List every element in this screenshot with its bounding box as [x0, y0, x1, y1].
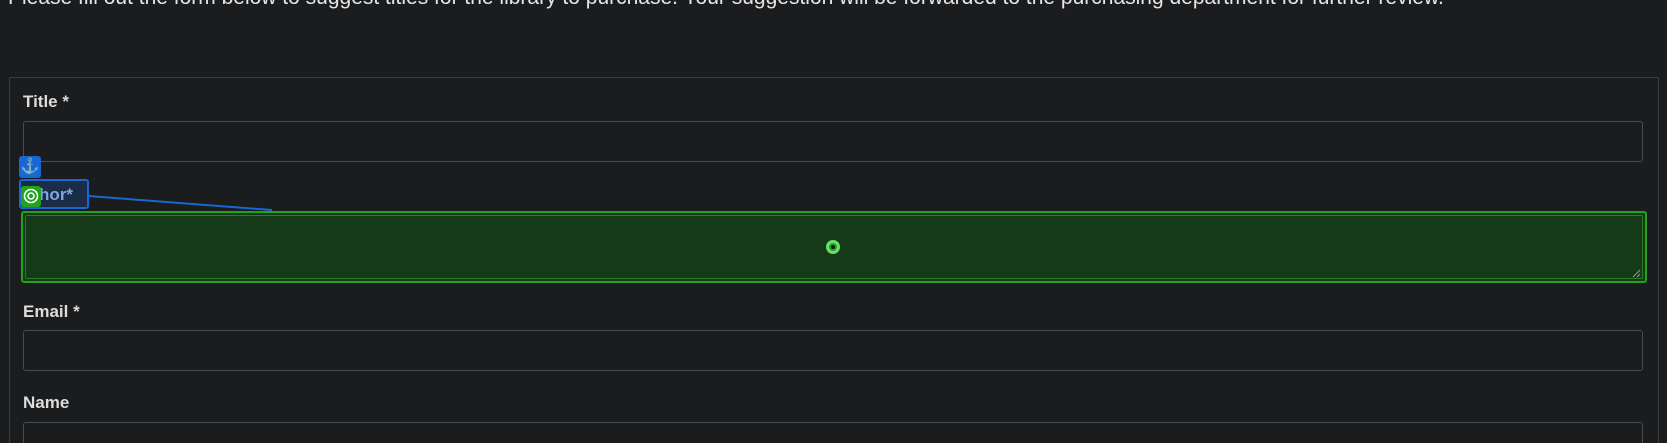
title-input[interactable] [23, 121, 1643, 162]
email-label: Email * [23, 302, 80, 321]
page: Please fill out the form below to sugges… [0, 0, 1667, 443]
title-label: Title * [23, 92, 69, 111]
email-input[interactable] [23, 330, 1643, 371]
intro-text: Please fill out the form below to sugges… [8, 0, 1444, 10]
name-input[interactable] [23, 422, 1643, 443]
click-target-marker [826, 240, 840, 254]
resize-handle-icon[interactable] [1631, 268, 1641, 278]
name-label: Name [23, 393, 70, 412]
target-icon [21, 186, 41, 207]
anchor-icon: ⚓ [19, 156, 41, 178]
